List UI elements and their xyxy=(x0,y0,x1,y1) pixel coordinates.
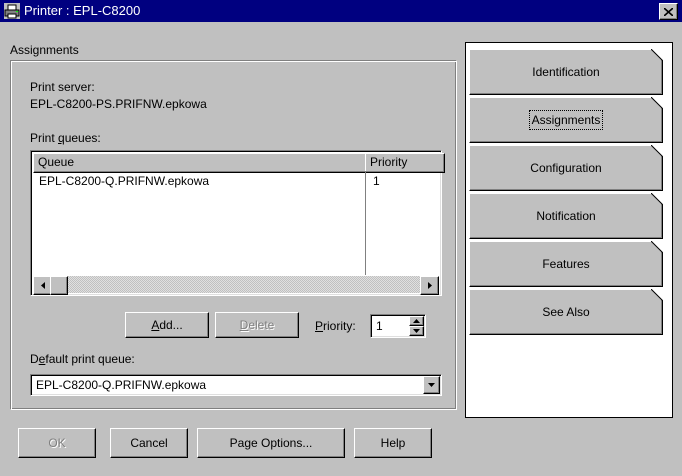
print-server-value: EPL-C8200-PS.PRIFNW.epkowa xyxy=(30,97,207,111)
tab-see-also[interactable]: See Also xyxy=(469,289,663,335)
priority-spinner[interactable]: 1 xyxy=(370,314,426,338)
ok-button[interactable]: OK xyxy=(18,428,96,458)
horizontal-scrollbar[interactable] xyxy=(33,276,439,295)
arrow-down-icon xyxy=(413,329,420,333)
page-fold-icon xyxy=(651,193,663,205)
page-fold-icon xyxy=(651,97,663,109)
help-button[interactable]: Help xyxy=(354,428,432,458)
page-options-button[interactable]: Page Options... xyxy=(197,428,345,458)
title-bar: Printer : EPL-C8200 xyxy=(0,0,682,22)
tab-label: See Also xyxy=(542,305,590,319)
table-row[interactable]: EPL-C8200-Q.PRIFNW.epkowa 1 xyxy=(33,173,439,189)
close-button[interactable] xyxy=(659,3,678,20)
arrow-down-icon xyxy=(428,383,435,387)
page-fold-icon xyxy=(651,241,663,253)
scroll-thumb[interactable] xyxy=(50,276,68,295)
tab-label: Assignments xyxy=(528,110,604,130)
print-queues-label: Print queues: xyxy=(30,131,101,145)
tab-assignments[interactable]: Assignments xyxy=(469,97,663,143)
default-queue-label: Default print queue: xyxy=(30,352,135,366)
dropdown-button[interactable] xyxy=(423,376,440,394)
arrow-left-icon xyxy=(40,282,45,289)
print-server-label: Print server: xyxy=(30,80,95,94)
add-button[interactable]: Add... xyxy=(125,312,209,338)
priority-value[interactable]: 1 xyxy=(376,319,383,333)
tab-label: Identification xyxy=(532,65,600,79)
delete-button[interactable]: Delete xyxy=(215,312,299,338)
default-queue-dropdown[interactable]: EPL-C8200-Q.PRIFNW.epkowa xyxy=(30,374,442,396)
column-divider xyxy=(365,171,366,275)
priority-up-button[interactable] xyxy=(409,316,424,326)
delete-button-label: Delete xyxy=(239,318,275,332)
scroll-right-button[interactable] xyxy=(420,276,439,295)
tab-features[interactable]: Features xyxy=(469,241,663,287)
page-fold-icon xyxy=(651,49,663,61)
tab-configuration[interactable]: Configuration xyxy=(469,145,663,191)
priority-cell: 1 xyxy=(373,174,380,188)
printer-icon[interactable] xyxy=(4,3,20,19)
priority-down-button[interactable] xyxy=(409,326,424,336)
page-heading: Assignments xyxy=(10,43,79,57)
tab-label: Notification xyxy=(536,209,596,223)
tab-label: Configuration xyxy=(530,161,602,175)
column-header-priority[interactable]: Priority xyxy=(365,153,445,173)
window-title: Printer : EPL-C8200 xyxy=(24,3,141,18)
cancel-button[interactable]: Cancel xyxy=(110,428,188,458)
page-fold-icon xyxy=(651,289,663,301)
queue-cell: EPL-C8200-Q.PRIFNW.epkowa xyxy=(39,174,210,188)
page-fold-icon xyxy=(651,145,663,157)
tab-identification[interactable]: Identification xyxy=(469,49,663,95)
arrow-right-icon xyxy=(427,282,432,289)
close-icon xyxy=(664,7,673,16)
arrow-up-icon xyxy=(413,319,420,323)
tab-notification[interactable]: Notification xyxy=(469,193,663,239)
column-header-queue[interactable]: Queue xyxy=(33,153,371,173)
default-queue-value: EPL-C8200-Q.PRIFNW.epkowa xyxy=(36,378,207,392)
priority-label: Priority: xyxy=(315,319,356,333)
tab-label: Features xyxy=(542,257,590,271)
tab-pane: Identification Assignments Configuration… xyxy=(465,42,673,418)
print-queues-list[interactable]: Queue Priority EPL-C8200-Q.PRIFNW.epkowa… xyxy=(30,150,445,296)
add-button-label: Add... xyxy=(151,318,183,332)
